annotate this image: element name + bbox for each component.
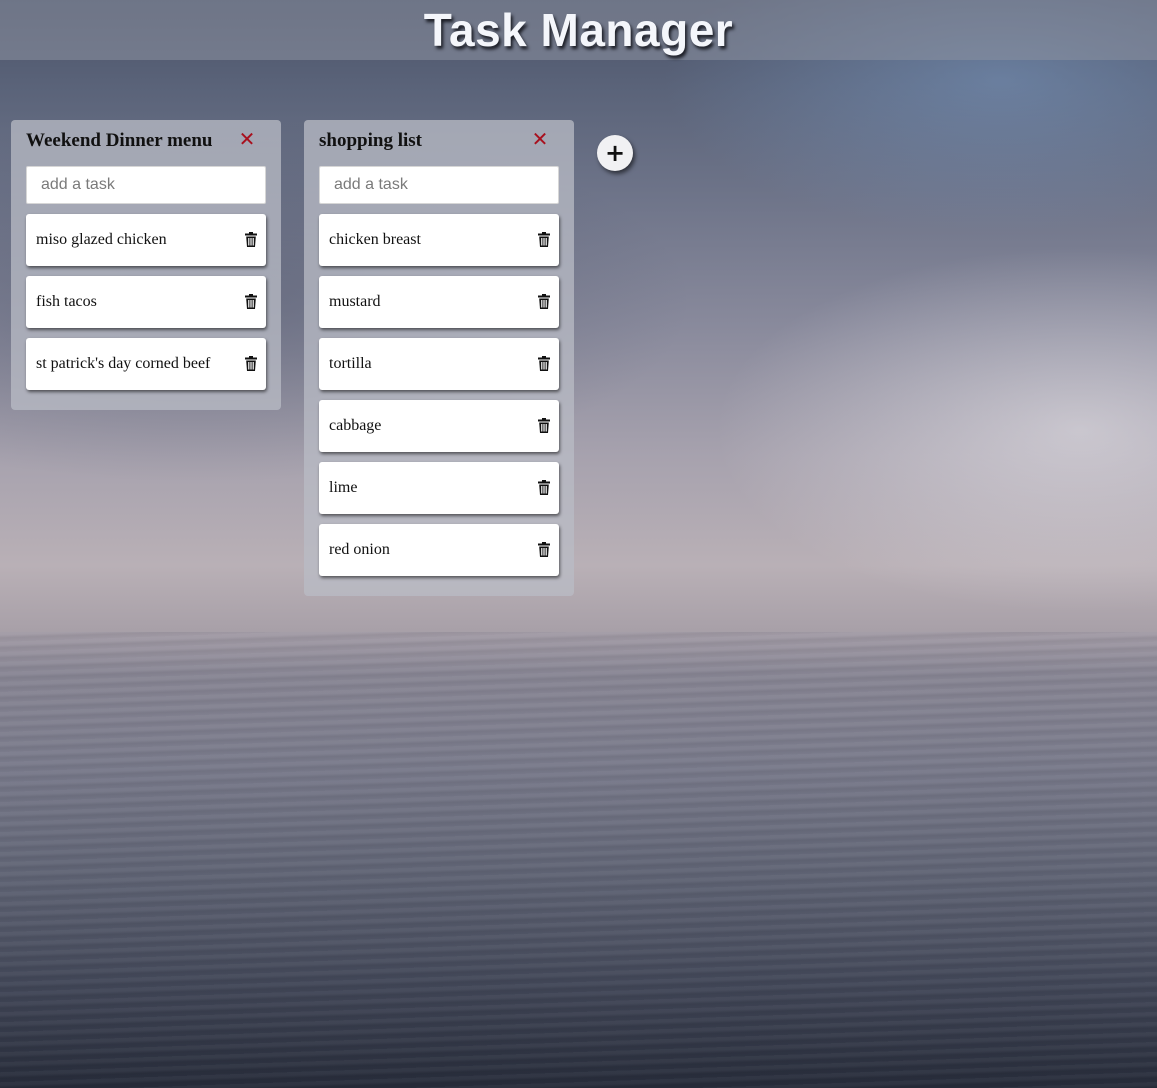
task-label: tortilla: [329, 355, 372, 372]
task-list-shopping-list: shopping list ✕ chicken breast mustard t…: [304, 120, 574, 596]
add-list-button[interactable]: +: [597, 135, 633, 171]
task-label: cabbage: [329, 417, 382, 434]
close-icon[interactable]: ✕: [530, 127, 550, 151]
task-card[interactable]: miso glazed chicken: [26, 214, 266, 266]
trash-icon[interactable]: [538, 480, 550, 495]
task-card[interactable]: lime: [319, 462, 559, 514]
trash-icon[interactable]: [245, 232, 257, 247]
task-card[interactable]: mustard: [319, 276, 559, 328]
task-card[interactable]: red onion: [319, 524, 559, 576]
list-header: Weekend Dinner menu ✕: [11, 120, 281, 166]
task-label: red onion: [329, 541, 390, 558]
trash-icon[interactable]: [538, 356, 550, 371]
task-label: mustard: [329, 293, 381, 310]
close-icon[interactable]: ✕: [237, 127, 257, 151]
add-task-input[interactable]: [319, 166, 559, 204]
board: Weekend Dinner menu ✕ miso glazed chicke…: [11, 120, 597, 596]
task-list-weekend-dinner-menu: Weekend Dinner menu ✕ miso glazed chicke…: [11, 120, 281, 410]
app-title: Task Manager: [423, 4, 734, 56]
add-task-input[interactable]: [26, 166, 266, 204]
trash-icon[interactable]: [538, 294, 550, 309]
task-label: st patrick's day corned beef: [36, 355, 211, 372]
trash-icon[interactable]: [245, 356, 257, 371]
app-header: Task Manager: [0, 0, 1157, 60]
task-card[interactable]: chicken breast: [319, 214, 559, 266]
trash-icon[interactable]: [538, 542, 550, 557]
task-card[interactable]: cabbage: [319, 400, 559, 452]
task-items: miso glazed chicken fish tacos st patric…: [11, 214, 281, 390]
task-label: lime: [329, 479, 358, 496]
trash-icon[interactable]: [538, 232, 550, 247]
background-sea: [0, 632, 1157, 1088]
list-title: shopping list: [319, 130, 422, 151]
task-card[interactable]: tortilla: [319, 338, 559, 390]
task-card[interactable]: st patrick's day corned beef: [26, 338, 266, 390]
trash-icon[interactable]: [538, 418, 550, 433]
plus-icon: +: [604, 139, 626, 167]
task-items: chicken breast mustard tortilla cabbage: [304, 214, 574, 576]
task-label: chicken breast: [329, 231, 421, 248]
list-header: shopping list ✕: [304, 120, 574, 166]
list-title: Weekend Dinner menu: [26, 130, 213, 151]
task-label: fish tacos: [36, 293, 97, 310]
task-card[interactable]: fish tacos: [26, 276, 266, 328]
trash-icon[interactable]: [245, 294, 257, 309]
task-label: miso glazed chicken: [36, 231, 167, 248]
